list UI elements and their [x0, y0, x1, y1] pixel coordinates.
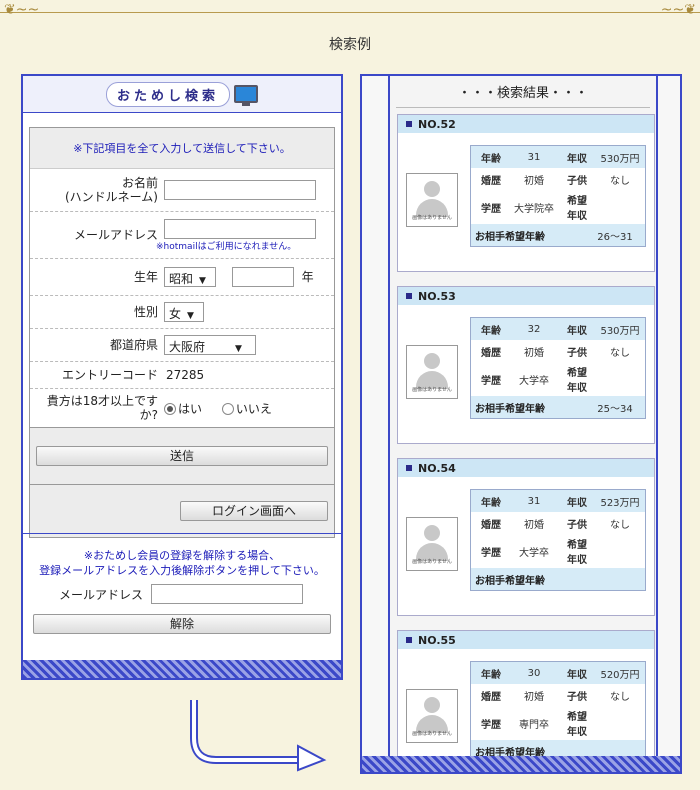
unregister-email-input[interactable]	[151, 584, 303, 604]
result-card: NO.52 画像はありません 年齢 31 年収 530万円 婚歴 初婚 子供 なし 学歴 大学…	[397, 114, 655, 272]
search-results-panel: ・・・検索結果・・・ NO.52 画像はありません 年齢 31 年収 530万円 婚歴…	[360, 74, 682, 774]
gender-select[interactable]: 女 ▼	[164, 302, 204, 322]
birth-label: 生年	[133, 270, 158, 284]
age-confirm-label: 貴方は18才以上です か?	[46, 394, 158, 422]
era-select[interactable]: 昭和 ▼	[164, 267, 216, 287]
year-unit: 年	[301, 269, 314, 284]
avatar: 画像はありません	[406, 689, 458, 743]
arrow-icon	[190, 700, 327, 772]
trial-search-panel: おためし検索 ※下記項目を全て入力して送信して下さい。 お名前 (ハンドルネーム)…	[21, 74, 343, 680]
submit-button[interactable]: 送信	[36, 446, 328, 466]
submit-bar: 送信	[30, 428, 334, 485]
card-header: NO.52	[398, 115, 654, 133]
page-title: 検索例	[329, 37, 371, 53]
no-radio[interactable]	[221, 403, 234, 415]
top-rule	[0, 12, 700, 13]
panel-header: おためし検索	[23, 76, 341, 113]
login-button[interactable]: ログイン画面へ	[180, 501, 328, 521]
cancel-button[interactable]: 解除	[33, 614, 331, 634]
avatar: 画像はありません	[406, 173, 458, 227]
email-hint: ※hotmailはご利用になれません。	[156, 241, 297, 252]
birth-year-input[interactable]	[231, 267, 294, 287]
prefecture-label: 都道府県	[109, 338, 158, 352]
avatar: 画像はありません	[406, 517, 458, 571]
entry-code-value: 27285	[166, 368, 205, 382]
form-notice: ※下記項目を全て入力して送信して下さい。	[30, 128, 334, 169]
search-form: ※下記項目を全て入力して送信して下さい。 お名前 (ハンドルネーム) メールアドレ…	[29, 127, 335, 538]
monitor-icon	[234, 85, 258, 106]
result-card: NO.53 画像はありません 年齢 32 年収 530万円 婚歴 初婚 子供 なし 学歴 大学…	[397, 286, 655, 444]
yes-label: はい	[178, 401, 203, 416]
name-label: お名前 (ハンドルネーム)	[64, 176, 158, 204]
profile-table: 年齢 31 年収 530万円 婚歴 初婚 子供 なし 学歴 大学院卒 希望 年収 お相手希望年齢 2…	[470, 145, 646, 247]
panel-footer-pattern	[362, 756, 680, 772]
card-header: NO.53	[398, 287, 654, 305]
profile-table: 年齢 31 年収 523万円 婚歴 初婚 子供 なし 学歴 大学卒 希望 年収 お相手希望年齢	[470, 489, 646, 591]
unregister-email-label: メールアドレス	[59, 587, 144, 602]
no-label: いいえ	[235, 401, 272, 416]
profile-table: 年齢 30 年収 520万円 婚歴 初婚 子供 なし 学歴 専門卒 希望 年収 お相手希望年齢	[470, 661, 646, 763]
unregister-note: ※おためし会員の登録を解除する場合、 登録メールアドレスを入力後解除ボタンを押し…	[39, 549, 325, 577]
ornament-right-icon: ~~❦	[660, 2, 696, 18]
email-input[interactable]	[164, 218, 316, 239]
profile-table: 年齢 32 年収 530万円 婚歴 初婚 子供 なし 学歴 大学卒 希望 年収 お相手希望年齢 25…	[470, 317, 646, 419]
panel-footer-pattern	[23, 660, 341, 678]
card-header: NO.54	[398, 459, 654, 477]
avatar: 画像はありません	[406, 345, 458, 399]
unregister-section: ※おためし会員の登録を解除する場合、 登録メールアドレスを入力後解除ボタンを押し…	[23, 533, 341, 634]
results-title: ・・・検索結果・・・	[396, 76, 650, 108]
ornament-left-icon: ❦~~	[4, 2, 40, 18]
gender-label: 性別	[133, 305, 158, 319]
entry-code-label: エントリーコード	[61, 368, 158, 382]
result-card: NO.54 画像はありません 年齢 31 年収 523万円 婚歴 初婚 子供 なし 学歴 大学…	[397, 458, 655, 616]
result-card: NO.55 画像はありません 年齢 30 年収 520万円 婚歴 初婚 子供 なし 学歴 専門…	[397, 630, 655, 772]
results-scroll-area[interactable]: ・・・検索結果・・・ NO.52 画像はありません 年齢 31 年収 530万円 婚歴…	[388, 76, 658, 772]
name-input[interactable]	[164, 180, 316, 200]
panel-title: おためし検索	[105, 81, 230, 107]
prefecture-select[interactable]: 大阪府 ▼	[164, 335, 256, 355]
yes-radio[interactable]	[164, 403, 176, 415]
card-header: NO.55	[398, 631, 654, 649]
email-label: メールアドレス	[73, 228, 158, 242]
